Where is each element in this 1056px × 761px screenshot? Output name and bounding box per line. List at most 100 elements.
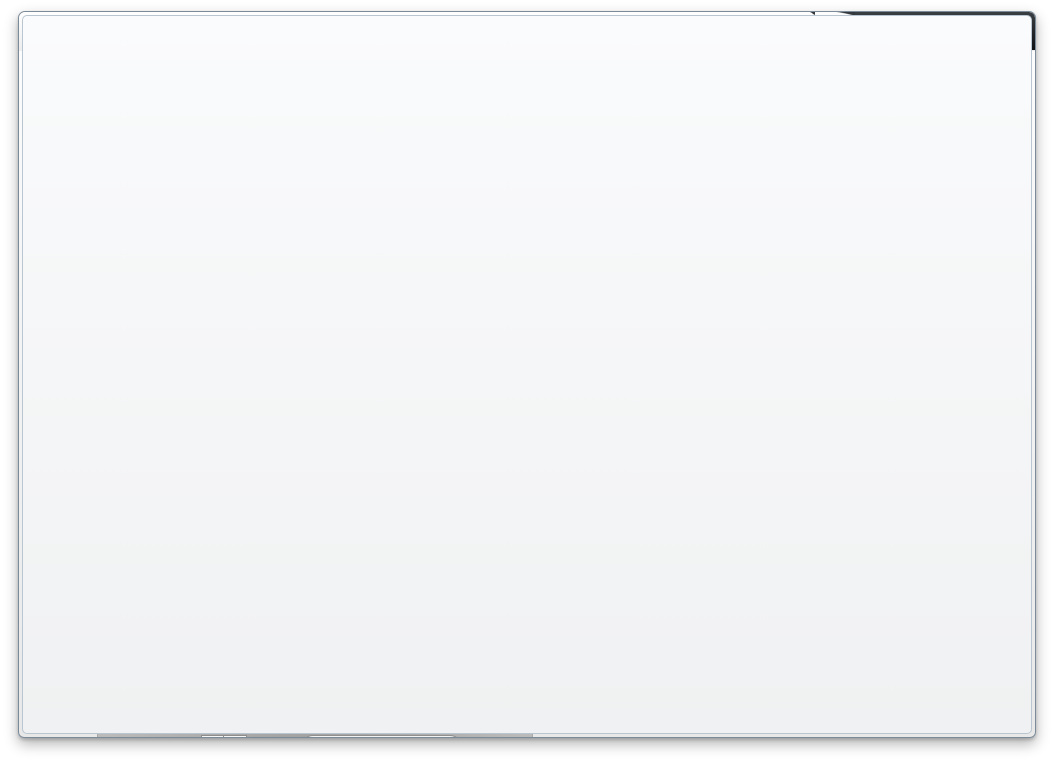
tab-edit-label: Edit (438, 62, 462, 77)
model-thumbnail[interactable] (707, 395, 789, 476)
model-name-label: Anchorman (716, 246, 780, 260)
app-version-text: 6 (175, 20, 189, 45)
new-file-button[interactable] (292, 57, 316, 83)
maximize-button[interactable] (977, 21, 998, 40)
blend-tool[interactable] (335, 99, 360, 122)
help-button[interactable]: ? (881, 18, 908, 45)
tree-item-animal-label: Animal (587, 179, 627, 195)
tab-custom[interactable]: Custom (683, 95, 811, 124)
nostril-left (308, 412, 314, 426)
fit-to-window-button[interactable] (291, 126, 313, 147)
model-thumbnail[interactable] (891, 278, 973, 359)
fit-screen-button[interactable] (440, 126, 462, 147)
view-separator (320, 129, 322, 144)
cut-button[interactable] (717, 126, 740, 147)
frame-toggle[interactable] (204, 99, 229, 122)
zoom-out-button[interactable] (365, 126, 387, 147)
rotate-tool[interactable] (277, 99, 302, 122)
texture-pencil-icon (70, 239, 98, 263)
model-thumbnail[interactable] (707, 278, 789, 359)
list-item[interactable]: Super Hero (794, 395, 886, 496)
preview-layers[interactable] (379, 99, 404, 122)
toolbar-separator-3 (369, 100, 370, 120)
tree-item-cartoon[interactable]: Cartoon (553, 215, 694, 237)
list-item[interactable]: Anchorman (702, 159, 794, 262)
tab-script[interactable]: Script (603, 58, 705, 81)
maximize-icon (982, 26, 993, 35)
crop-tool[interactable] (306, 99, 331, 122)
thumbnail-view-button[interactable] (853, 126, 876, 147)
list-item[interactable]: Polly (886, 278, 978, 379)
list-item[interactable]: Just Mike (886, 159, 978, 262)
overwrite-button[interactable]: Overwrite (836, 688, 930, 714)
tree-item-drawing[interactable]: Drawing (553, 235, 694, 257)
dice-icon[interactable] (993, 59, 1019, 83)
model-thumbnail[interactable] (799, 159, 881, 240)
tab-model[interactable]: Model (501, 58, 603, 81)
thumbnail-art-anchorman (708, 160, 788, 239)
thumbnail-art-cyborg (800, 160, 880, 239)
application-window: CrazyTalk6 ? ✕ Project Edit Model Script… (18, 11, 1036, 738)
eye-mesh-toggle[interactable] (160, 99, 185, 122)
list-item[interactable]: Cyborg (794, 159, 886, 262)
tree-item-human[interactable]: Human (553, 255, 694, 277)
zoom-region-button[interactable] (465, 126, 487, 147)
eye-markers-toggle[interactable] (131, 99, 156, 122)
zoom-in-button[interactable] (390, 126, 412, 147)
apply-button[interactable]: Apply (653, 688, 726, 714)
pan-hand-tool[interactable] (328, 126, 350, 147)
zoom-reset-button[interactable] (415, 126, 437, 147)
list-item[interactable]: Maurice Duval (794, 278, 886, 379)
eye-normal-toggle[interactable] (102, 99, 127, 122)
circle-icon (694, 101, 711, 119)
model-thumbnail[interactable] (707, 159, 789, 240)
volume-control[interactable] (300, 734, 462, 737)
tools-button[interactable] (913, 18, 940, 45)
list-item[interactable]: Rachel (702, 395, 794, 496)
model-name-label: Just Mike (901, 246, 963, 262)
open-file-button[interactable] (325, 57, 349, 83)
tree-item-animal[interactable]: Animal (553, 175, 694, 197)
save-file-button[interactable] (358, 57, 382, 83)
silhouette-icon (71, 431, 97, 455)
nostril-right (315, 412, 321, 426)
app-title-text: CrazyTalk (61, 16, 176, 45)
list-item[interactable]: LuLu (702, 278, 794, 379)
folder-icon (567, 220, 582, 234)
delete-button[interactable] (819, 126, 842, 147)
undo-button[interactable] (61, 625, 84, 649)
detail-view-button[interactable] (887, 126, 910, 147)
add-button[interactable]: Add (751, 688, 811, 714)
play-button[interactable] (169, 735, 193, 738)
model-grid: Anchorman Cyborg Just Mike LuLu Maurice … (695, 149, 1029, 671)
tab-output[interactable]: Output (743, 56, 837, 83)
open-library-button[interactable] (683, 126, 706, 147)
library-panel: ✓ Template Custom Model Animal Anime Car… (547, 89, 1030, 730)
undo-arrow-icon (66, 630, 81, 645)
timeline-slider[interactable] (102, 700, 528, 718)
tab-template[interactable]: ✓ Template (547, 95, 681, 124)
tree-root-model[interactable]: Model (553, 157, 694, 177)
close-button[interactable]: ✕ (1004, 21, 1025, 40)
model-name-label: Maurice Duval (800, 365, 880, 379)
timeline-thumb[interactable] (175, 700, 185, 718)
preview-layers-dropdown[interactable] (408, 99, 433, 122)
model-thumbnail[interactable] (799, 278, 881, 359)
new-document-icon (295, 60, 313, 80)
tree-item-anime[interactable]: Anime (553, 195, 694, 217)
model-thumbnail[interactable] (799, 395, 881, 476)
page-title: CrazyTalk6 (61, 16, 189, 45)
paste-button[interactable] (785, 126, 808, 147)
model-name-label: Super Hero (808, 482, 872, 496)
copy-button[interactable] (751, 126, 774, 147)
pause-button[interactable] (200, 735, 224, 737)
model-thumbnail[interactable] (891, 159, 973, 240)
model-canvas[interactable] (97, 149, 533, 697)
tab-project[interactable]: Project (202, 56, 282, 83)
minimize-button[interactable] (950, 21, 971, 40)
loop-button[interactable] (258, 734, 284, 737)
stop-button[interactable] (223, 735, 247, 737)
select-tool[interactable] (248, 99, 273, 122)
face-fit-icon (69, 281, 99, 309)
tab-edit[interactable]: Edit (399, 58, 501, 81)
